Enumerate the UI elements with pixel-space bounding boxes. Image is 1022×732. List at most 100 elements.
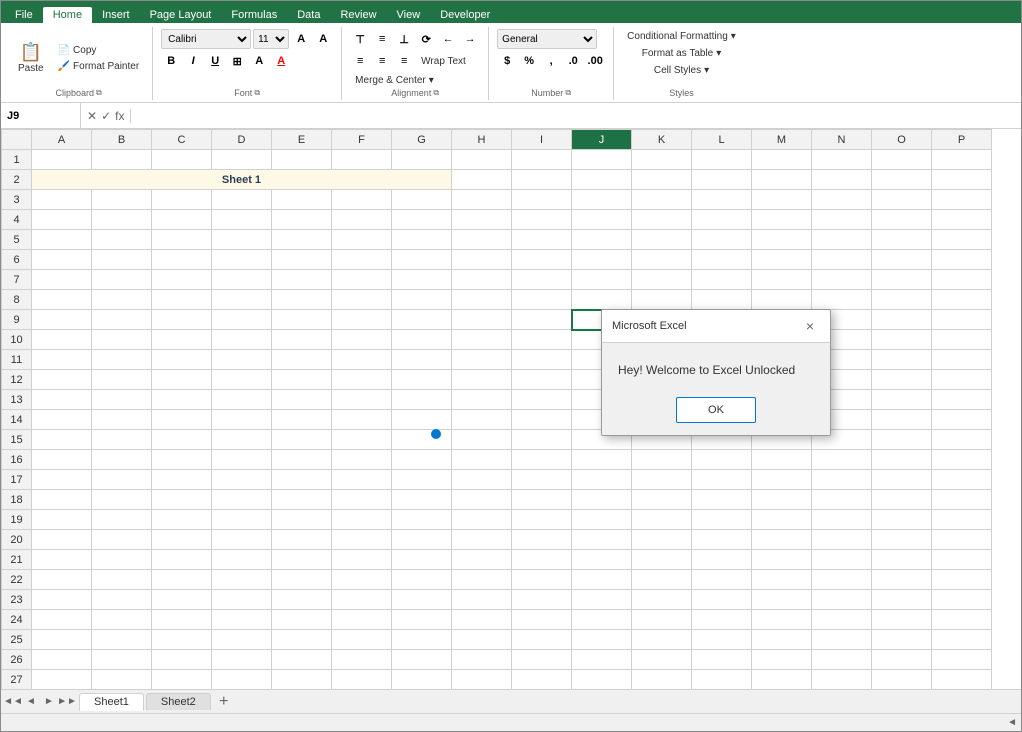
cell-P10[interactable]	[932, 330, 992, 350]
cell-N27[interactable]	[812, 670, 872, 690]
align-bottom-button[interactable]: ⊥	[394, 29, 414, 49]
cell-O26[interactable]	[872, 650, 932, 670]
clipboard-expand-icon[interactable]: ⧉	[96, 88, 102, 98]
cell-N6[interactable]	[812, 250, 872, 270]
cell-A2[interactable]: Sheet 1	[32, 170, 452, 190]
cell-J23[interactable]	[572, 590, 632, 610]
cell-P16[interactable]	[932, 450, 992, 470]
row-header-15[interactable]: 15	[2, 430, 32, 450]
cell-B18[interactable]	[92, 490, 152, 510]
cell-K23[interactable]	[632, 590, 692, 610]
cell-O12[interactable]	[872, 370, 932, 390]
cell-G23[interactable]	[392, 590, 452, 610]
cell-H3[interactable]	[452, 190, 512, 210]
cell-F16[interactable]	[332, 450, 392, 470]
cell-P15[interactable]	[932, 430, 992, 450]
cell-A17[interactable]	[32, 470, 92, 490]
cell-P27[interactable]	[932, 670, 992, 690]
cell-G9[interactable]	[392, 310, 452, 330]
tab-insert[interactable]: Insert	[92, 7, 140, 23]
cell-J21[interactable]	[572, 550, 632, 570]
cell-L3[interactable]	[692, 190, 752, 210]
cell-P6[interactable]	[932, 250, 992, 270]
cell-A18[interactable]	[32, 490, 92, 510]
cell-I27[interactable]	[512, 670, 572, 690]
font-color-button[interactable]: A	[271, 51, 291, 71]
cell-F5[interactable]	[332, 230, 392, 250]
cell-H16[interactable]	[452, 450, 512, 470]
cell-I15[interactable]	[512, 430, 572, 450]
cell-E12[interactable]	[272, 370, 332, 390]
cell-O13[interactable]	[872, 390, 932, 410]
cell-O18[interactable]	[872, 490, 932, 510]
tab-file[interactable]: File	[5, 7, 43, 23]
cell-O14[interactable]	[872, 410, 932, 430]
cell-C15[interactable]	[152, 430, 212, 450]
cell-A19[interactable]	[32, 510, 92, 530]
cell-C14[interactable]	[152, 410, 212, 430]
cell-B22[interactable]	[92, 570, 152, 590]
currency-button[interactable]: $	[497, 51, 517, 71]
cell-I14[interactable]	[512, 410, 572, 430]
cell-G16[interactable]	[392, 450, 452, 470]
cell-K27[interactable]	[632, 670, 692, 690]
cell-J16[interactable]	[572, 450, 632, 470]
cell-M2[interactable]	[752, 170, 812, 190]
col-header-C[interactable]: C	[152, 130, 212, 150]
cell-K6[interactable]	[632, 250, 692, 270]
col-header-L[interactable]: L	[692, 130, 752, 150]
orientation-button[interactable]: ⟳	[416, 29, 436, 49]
cell-L22[interactable]	[692, 570, 752, 590]
cell-E6[interactable]	[272, 250, 332, 270]
cell-I16[interactable]	[512, 450, 572, 470]
cell-J2[interactable]	[572, 170, 632, 190]
number-expand-icon[interactable]: ⧉	[565, 88, 571, 98]
row-header-11[interactable]: 11	[2, 350, 32, 370]
cell-L1[interactable]	[692, 150, 752, 170]
cell-H4[interactable]	[452, 210, 512, 230]
cell-F18[interactable]	[332, 490, 392, 510]
formula-input[interactable]	[131, 103, 1021, 128]
row-header-5[interactable]: 5	[2, 230, 32, 250]
cell-F26[interactable]	[332, 650, 392, 670]
decrease-font-btn[interactable]: A	[313, 29, 333, 49]
cell-O10[interactable]	[872, 330, 932, 350]
cell-N25[interactable]	[812, 630, 872, 650]
cell-H14[interactable]	[452, 410, 512, 430]
cell-C11[interactable]	[152, 350, 212, 370]
align-top-button[interactable]: ⊤	[350, 29, 370, 49]
cell-B12[interactable]	[92, 370, 152, 390]
cell-C22[interactable]	[152, 570, 212, 590]
cell-D19[interactable]	[212, 510, 272, 530]
cell-C19[interactable]	[152, 510, 212, 530]
cell-A22[interactable]	[32, 570, 92, 590]
alignment-expand-icon[interactable]: ⧉	[433, 88, 439, 98]
cell-M23[interactable]	[752, 590, 812, 610]
cell-J27[interactable]	[572, 670, 632, 690]
row-header-23[interactable]: 23	[2, 590, 32, 610]
dialog-close-button[interactable]: ×	[800, 316, 820, 336]
row-header-10[interactable]: 10	[2, 330, 32, 350]
cell-K25[interactable]	[632, 630, 692, 650]
row-header-27[interactable]: 27	[2, 670, 32, 690]
cell-A8[interactable]	[32, 290, 92, 310]
cell-E24[interactable]	[272, 610, 332, 630]
cell-I25[interactable]	[512, 630, 572, 650]
cell-P8[interactable]	[932, 290, 992, 310]
cell-G22[interactable]	[392, 570, 452, 590]
tab-page-layout[interactable]: Page Layout	[140, 7, 222, 23]
row-header-25[interactable]: 25	[2, 630, 32, 650]
cell-J26[interactable]	[572, 650, 632, 670]
cell-M21[interactable]	[752, 550, 812, 570]
cell-I3[interactable]	[512, 190, 572, 210]
cell-F7[interactable]	[332, 270, 392, 290]
cell-M1[interactable]	[752, 150, 812, 170]
cell-B1[interactable]	[92, 150, 152, 170]
cell-P3[interactable]	[932, 190, 992, 210]
cell-E21[interactable]	[272, 550, 332, 570]
cell-O7[interactable]	[872, 270, 932, 290]
conditional-formatting-button[interactable]: Conditional Formatting ▾	[622, 29, 741, 44]
sheet-tab-sheet2[interactable]: Sheet2	[146, 693, 211, 710]
cell-L4[interactable]	[692, 210, 752, 230]
row-header-17[interactable]: 17	[2, 470, 32, 490]
